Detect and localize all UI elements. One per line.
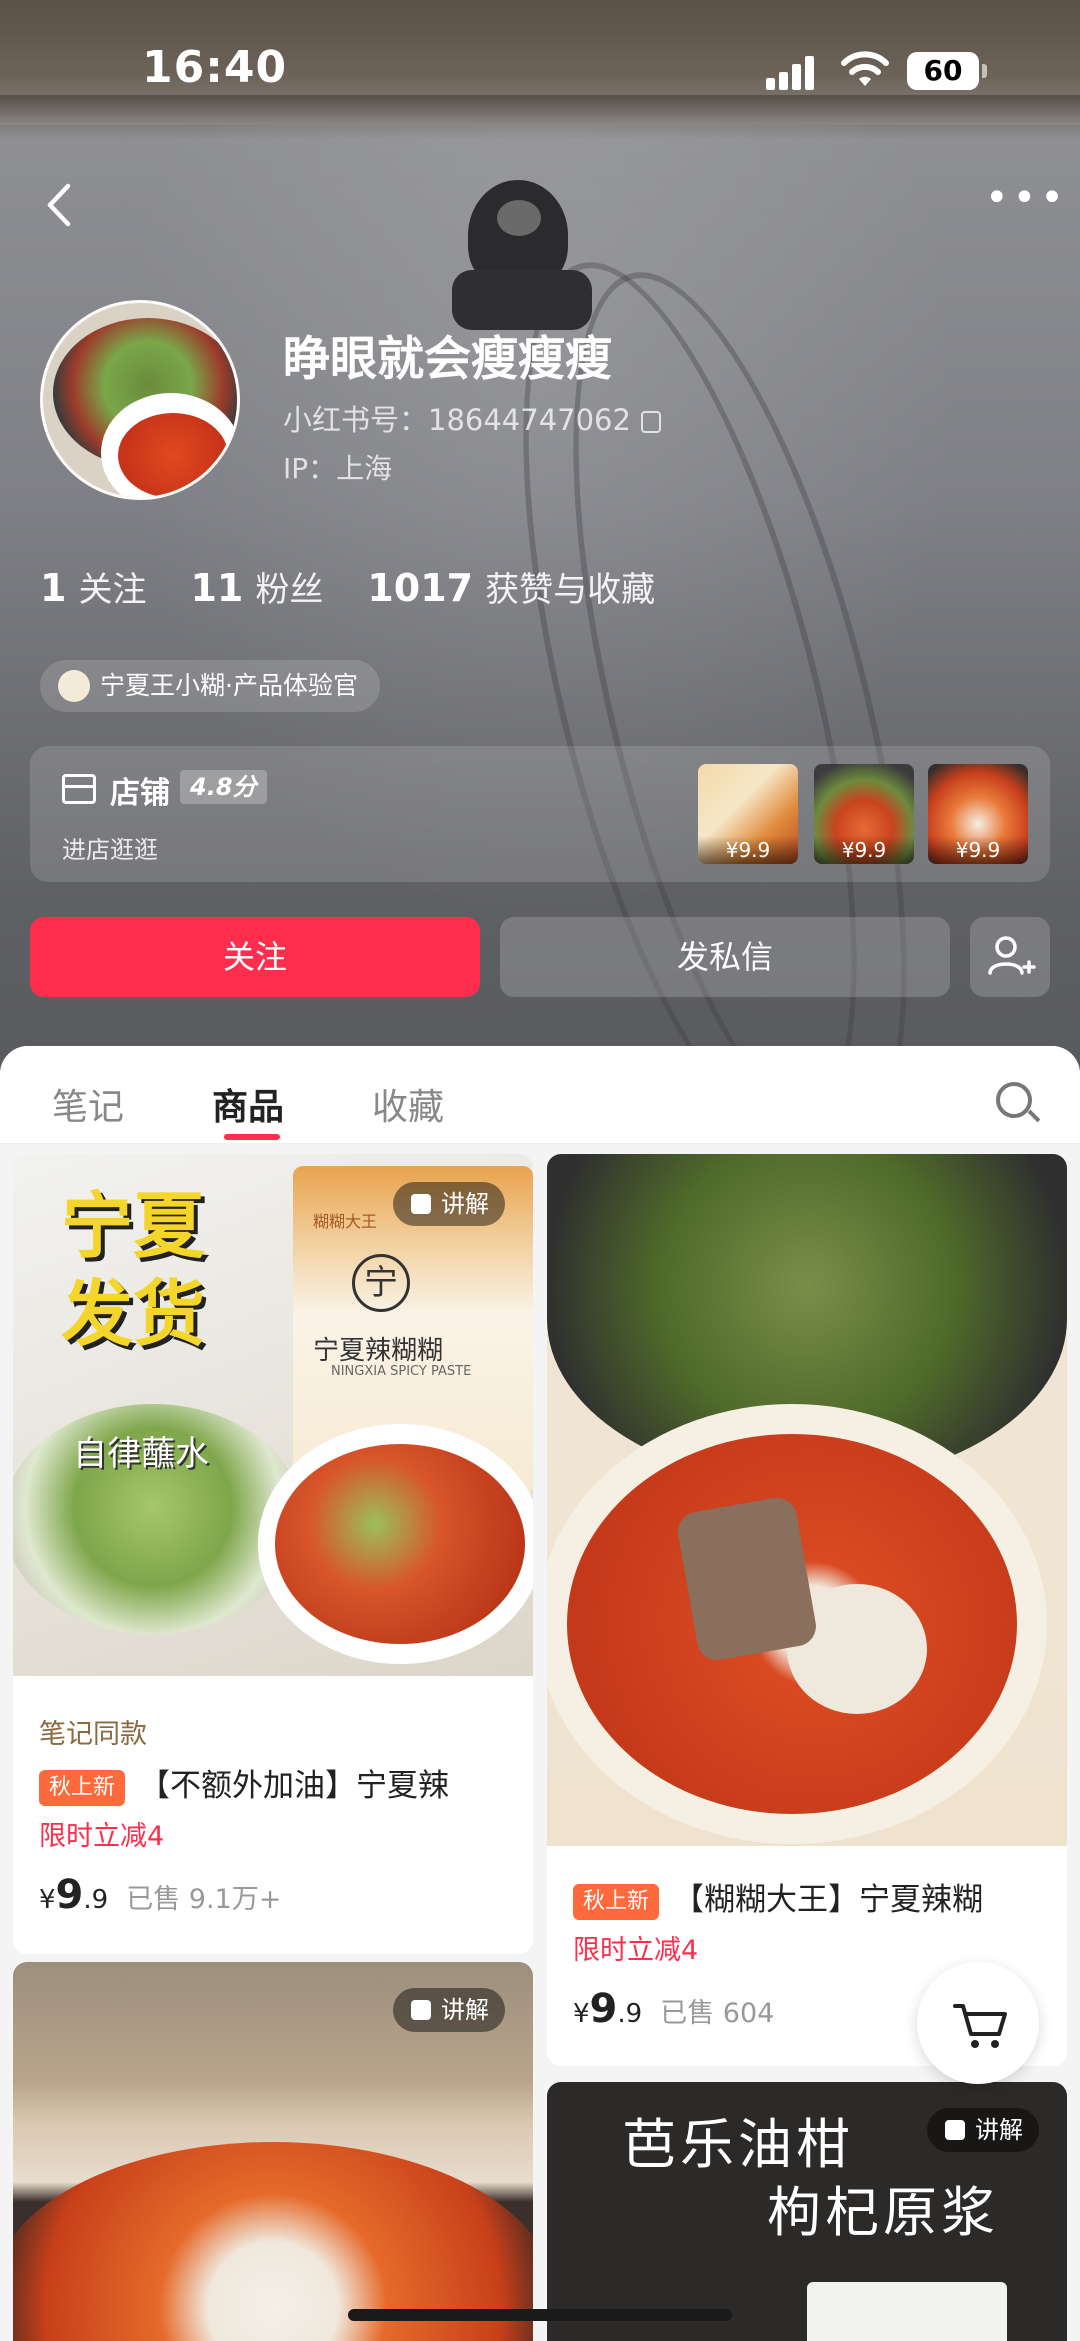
- explain-badge: 讲解: [393, 1988, 505, 2032]
- new-season-tag: 秋上新: [573, 1883, 660, 1920]
- battery-indicator: 60: [907, 52, 987, 90]
- shop-product-thumb[interactable]: ¥9.9: [698, 764, 798, 864]
- note-same-label: 笔记同款: [39, 1719, 147, 1750]
- stat-followers-label: 粉丝: [255, 570, 324, 610]
- add-friend-button[interactable]: [970, 917, 1050, 997]
- brand-seal-icon: 宁: [352, 1254, 410, 1312]
- promo-label: 限时立减4: [573, 1935, 699, 1966]
- price-symbol: ¥: [39, 1885, 56, 1915]
- content-sheet: 笔记 商品 收藏 宁夏 发货 自律蘸水 糊糊大王 宁 宁夏辣糊糊 NINGXIA…: [0, 1046, 1080, 2341]
- price-decimal: .9: [83, 1885, 109, 1915]
- tab-products[interactable]: 商品: [212, 1078, 284, 1130]
- price-row: ¥9.9 已售 9.1万+: [39, 1872, 281, 1918]
- explain-badge: 讲解: [927, 2108, 1039, 2152]
- status-time: 16:40: [142, 42, 288, 93]
- tab-notes[interactable]: 笔记: [52, 1078, 124, 1130]
- search-icon[interactable]: [996, 1082, 1032, 1118]
- wifi-icon: [841, 51, 889, 86]
- price-symbol: ¥: [573, 1999, 590, 2029]
- price-row: ¥9.9 已售 604: [573, 1986, 774, 2032]
- stat-followers[interactable]: 11 粉丝: [190, 562, 323, 611]
- stat-likes[interactable]: 1017 获赞与收藏: [367, 562, 655, 611]
- home-indicator[interactable]: [348, 2309, 732, 2321]
- price-integer: 9: [55, 1872, 84, 1918]
- product-image: [547, 1154, 1067, 1846]
- back-arrow-icon[interactable]: [40, 180, 80, 230]
- sold-count: 已售 604: [660, 1998, 775, 2029]
- shop-score-badge: 4.8分: [180, 770, 267, 804]
- product-card[interactable]: 秋上新 【糊糊大王】宁夏辣糊 限时立减4 ¥9.9 已售 604: [547, 1154, 1067, 2066]
- product-name: 【不额外加油】宁夏辣: [139, 1768, 450, 1804]
- price-decimal: .9: [617, 1999, 643, 2029]
- shop-product-thumb[interactable]: ¥9.9: [814, 764, 914, 864]
- profile-nickname: 睁眼就会瘦瘦瘦: [283, 332, 612, 387]
- stat-followers-value: 11: [190, 566, 244, 610]
- follow-button[interactable]: 关注: [30, 917, 480, 997]
- shop-card[interactable]: 店铺 4.8分 进店逛逛 ¥9.9 ¥9.9 ¥9.9: [30, 746, 1050, 882]
- more-options-icon[interactable]: •••: [985, 178, 1064, 218]
- brand-logo-icon: [58, 670, 90, 702]
- stat-likes-label: 获赞与收藏: [485, 570, 656, 610]
- stat-following-value: 1: [40, 566, 67, 610]
- brand-tag-label: 宁夏王小糊·产品体验官: [100, 671, 358, 700]
- message-button[interactable]: 发私信: [500, 917, 950, 997]
- product-name-row: 秋上新 【糊糊大王】宁夏辣糊: [573, 1874, 1053, 1920]
- shop-subtitle: 进店逛逛: [62, 836, 158, 864]
- active-tab-indicator: [224, 1134, 280, 1140]
- shop-product-thumb[interactable]: ¥9.9: [928, 764, 1028, 864]
- copy-icon[interactable]: [640, 411, 661, 433]
- product-image-text: 宁夏: [61, 1184, 206, 1268]
- cart-icon: [953, 2004, 1007, 2048]
- stat-likes-value: 1017: [367, 566, 474, 610]
- red-id-row[interactable]: 小红书号：18644747062: [283, 397, 661, 439]
- product-image-text: 糊糊大王: [313, 1212, 378, 1231]
- product-image-text: 发货: [61, 1272, 206, 1356]
- cellular-signal-icon: [766, 56, 814, 90]
- avatar[interactable]: [40, 300, 240, 500]
- product-card[interactable]: 讲解: [13, 1962, 533, 2341]
- explain-badge: 讲解: [393, 1182, 505, 1226]
- promo-label: 限时立减4: [39, 1821, 165, 1852]
- product-image-text: 枸杞原浆: [767, 2181, 999, 2244]
- product-image-text: 宁夏辣糊糊: [313, 1336, 444, 1366]
- cover-person-head: [497, 200, 541, 236]
- brand-tag-chip[interactable]: 宁夏王小糊·产品体验官: [40, 660, 380, 712]
- profile-stats: 1 关注 11 粉丝 1017 获赞与收藏: [40, 562, 655, 611]
- shop-thumb-price: ¥9.9: [698, 836, 798, 864]
- store-icon: [62, 774, 96, 804]
- product-name: 【糊糊大王】宁夏辣糊: [673, 1882, 984, 1918]
- product-name-row: 秋上新 【不额外加油】宁夏辣: [39, 1760, 519, 1806]
- profile-tabs: 笔记 商品 收藏: [0, 1046, 1080, 1144]
- cart-button[interactable]: [917, 1962, 1039, 2084]
- stat-following[interactable]: 1 关注: [40, 562, 146, 611]
- product-image-text: NINGXIA SPICY PASTE: [331, 1364, 472, 1379]
- shop-title: 店铺: [110, 776, 170, 811]
- product-image: 宁夏 发货 自律蘸水 糊糊大王 宁 宁夏辣糊糊 NINGXIA SPICY PA…: [13, 1154, 533, 1676]
- status-bar: 16:40 60: [0, 0, 1080, 140]
- shop-thumb-price: ¥9.9: [814, 836, 914, 864]
- add-user-icon: [988, 936, 1036, 975]
- new-season-tag: 秋上新: [39, 1769, 126, 1806]
- product-image-text: 自律蘸水: [73, 1434, 209, 1474]
- product-card[interactable]: 宁夏 发货 自律蘸水 糊糊大王 宁 宁夏辣糊糊 NINGXIA SPICY PA…: [13, 1154, 533, 1954]
- shop-thumb-price: ¥9.9: [928, 836, 1028, 864]
- sold-count: 已售 9.1万+: [126, 1884, 282, 1915]
- red-id-text: 小红书号：18644747062: [283, 403, 631, 437]
- tab-collections[interactable]: 收藏: [372, 1078, 444, 1130]
- ip-location: IP：上海: [283, 452, 393, 485]
- price-integer: 9: [589, 1986, 618, 2032]
- stat-following-label: 关注: [78, 570, 147, 610]
- product-card[interactable]: 芭乐油柑 枸杞原浆 讲解: [547, 2082, 1067, 2341]
